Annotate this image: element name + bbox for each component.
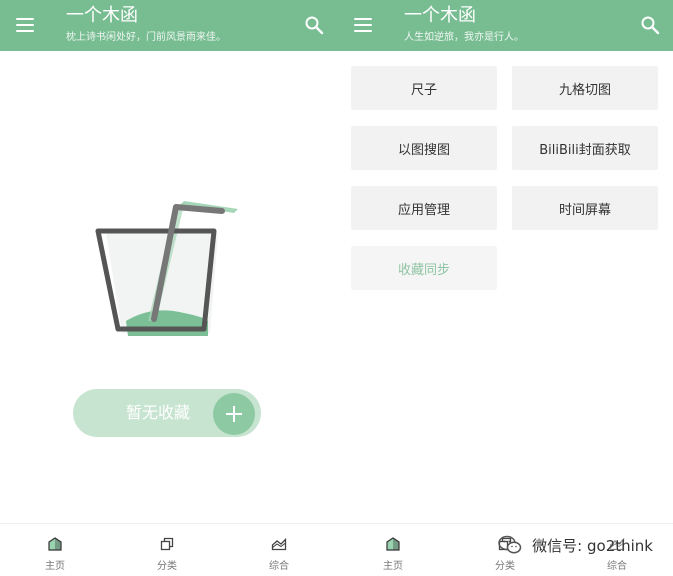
nav-label: 综合 (607, 561, 627, 572)
app-bar: 一个木函 枕上诗书闲处好，门前风景雨来佳。 (0, 0, 338, 51)
search-icon[interactable] (302, 13, 326, 37)
nav-label: 主页 (383, 561, 403, 572)
bottom-nav: 主页 分类 综合 (0, 523, 338, 576)
app-bar: 一个木函 人生如逆旅，我亦是行人。 (338, 0, 673, 51)
nav-label: 综合 (269, 561, 289, 572)
nav-item-home[interactable]: 主页 (338, 524, 448, 576)
tool-app-manager-button[interactable]: 应用管理 (351, 186, 497, 230)
search-icon[interactable] (638, 13, 662, 37)
nav-label: 分类 (157, 561, 177, 572)
home-icon (48, 537, 62, 551)
nav-item-general[interactable]: 综合 (224, 524, 334, 576)
wechat-watermark: 微信号: go2think (498, 534, 653, 556)
empty-cup-illustration (95, 201, 238, 336)
app-subtitle: 枕上诗书闲处好，门前风景雨来佳。 (66, 32, 226, 43)
plus-icon[interactable] (213, 393, 255, 435)
landscape-icon (271, 537, 287, 551)
empty-state-label: 暂无收藏 (126, 403, 191, 422)
tool-ruler-button[interactable]: 尺子 (351, 66, 497, 110)
nav-label: 分类 (495, 561, 515, 572)
nav-label: 主页 (45, 561, 65, 572)
favorites-screen: 一个木函 枕上诗书闲处好，门前风景雨来佳。 暂无收藏 主页 分类 综合 (0, 0, 338, 576)
app-title: 一个木函 (404, 5, 476, 26)
menu-icon[interactable] (351, 13, 375, 37)
app-title: 一个木函 (66, 5, 138, 26)
nav-item-home[interactable]: 主页 (0, 524, 110, 576)
tool-bilibili-cover-button[interactable]: BiliBili封面获取 (512, 126, 658, 170)
watermark-text: 微信号: go2think (532, 536, 653, 555)
home-icon (386, 537, 400, 551)
nav-item-category[interactable]: 分类 (112, 524, 222, 576)
tool-grid-crop-button[interactable]: 九格切图 (512, 66, 658, 110)
category-icon (160, 537, 174, 551)
tool-time-screen-button[interactable]: 时间屏幕 (512, 186, 658, 230)
tool-image-search-button[interactable]: 以图搜图 (351, 126, 497, 170)
tool-favorite-sync-button[interactable]: 收藏同步 (351, 246, 497, 290)
wechat-icon (498, 535, 522, 554)
menu-icon[interactable] (13, 13, 37, 37)
category-screen: 一个木函 人生如逆旅，我亦是行人。 尺子 九格切图 以图搜图 BiliBili封… (338, 0, 673, 576)
app-subtitle: 人生如逆旅，我亦是行人。 (404, 32, 524, 43)
